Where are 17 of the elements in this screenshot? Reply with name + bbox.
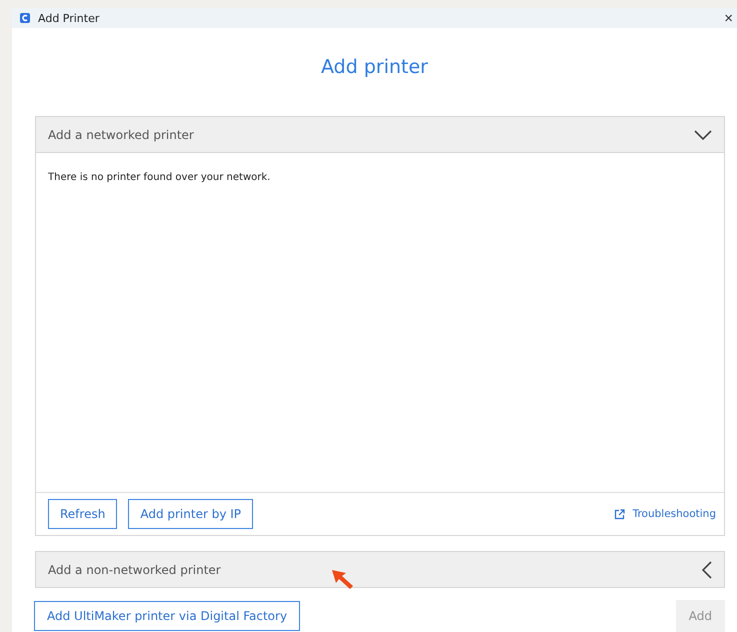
section-title: Add a non-networked printer [48, 562, 221, 576]
pointer-arrow-icon [330, 568, 356, 590]
section-header[interactable]: Add a non-networked printer [36, 552, 724, 587]
close-button[interactable]: × [720, 10, 737, 26]
digital-factory-button[interactable]: Add UltiMaker printer via Digital Factory [34, 601, 300, 631]
chevron-left-icon [702, 560, 712, 578]
chevron-down-icon [694, 130, 712, 140]
external-link-icon [614, 508, 625, 520]
dialog-heading: Add printer [320, 56, 429, 78]
section-header[interactable]: Add a networked printer [36, 117, 724, 153]
window-title: Add Printer [38, 12, 100, 24]
section-title: Add a networked printer [48, 128, 194, 142]
action-button[interactable]: Refresh [48, 499, 118, 529]
app-logo-icon [20, 13, 30, 23]
action-button[interactable]: Add printer by IP [128, 499, 254, 529]
status-message: There is no printer found over your network. [48, 172, 270, 183]
troubleshooting-link[interactable]: Troubleshooting [614, 508, 716, 520]
